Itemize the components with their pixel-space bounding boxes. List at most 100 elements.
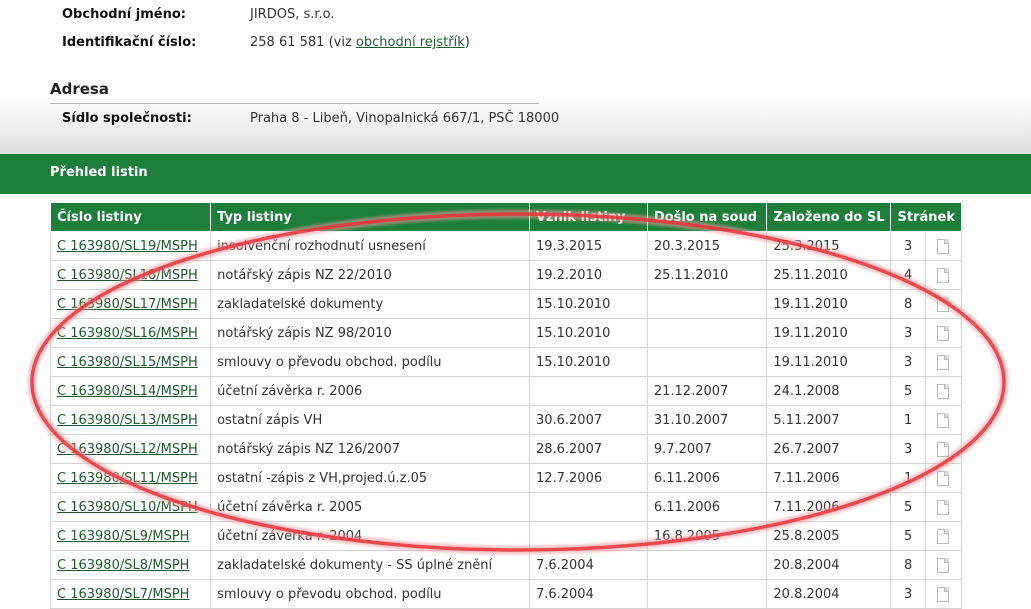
cell-created-date: 19.2.2010 (528, 260, 648, 290)
cell-created-date: 15.10.2010 (528, 347, 648, 377)
cell-received-date: 6.11.2006 (646, 492, 768, 522)
cell-created-date: 19.3.2015 (528, 231, 648, 261)
cell-document-icon[interactable] (924, 289, 963, 319)
cell-document-icon[interactable] (924, 550, 963, 580)
company-id-paren-close: ) (464, 35, 470, 50)
document-number-link[interactable]: C 163980/SL17/MSPH (57, 297, 198, 312)
cell-created-date (528, 521, 648, 551)
cell-pages: 1 (890, 463, 926, 493)
company-seat-row: Sídlo společnosti: Praha 8 - Libeň, Vino… (0, 111, 1031, 129)
cell-pages: 5 (890, 376, 926, 406)
document-number-link[interactable]: C 163980/SL8/MSPH (57, 558, 189, 573)
cell-created-date: 15.10.2010 (528, 318, 648, 348)
document-icon[interactable] (937, 354, 950, 370)
cell-pages: 3 (890, 434, 926, 464)
header-document-number[interactable]: Číslo listiny (49, 202, 212, 232)
document-number-link[interactable]: C 163980/SL9/MSPH (57, 529, 189, 544)
document-icon[interactable] (937, 296, 950, 312)
cell-received-date (646, 347, 768, 377)
cell-created-date: 30.6.2007 (528, 405, 648, 435)
document-number-link[interactable]: C 163980/SL18/MSPH (57, 268, 198, 283)
cell-filed-date: 19.11.2010 (766, 347, 892, 377)
cell-pages: 3 (890, 231, 926, 261)
cell-filed-date: 25.11.2010 (766, 260, 892, 290)
document-icon[interactable] (937, 325, 950, 341)
company-id-paren-open: (viz (328, 35, 356, 50)
cell-filed-date: 25.3.2015 (766, 231, 892, 261)
cell-document-icon[interactable] (924, 492, 963, 522)
cell-filed-date: 24.1.2008 (766, 376, 892, 406)
company-name-value: JIRDOS, s.r.o. (250, 7, 335, 22)
cell-document-number: C 163980/SL9/MSPH (49, 521, 212, 551)
cell-document-number: C 163980/SL13/MSPH (49, 405, 212, 435)
cell-document-number: C 163980/SL8/MSPH (49, 550, 212, 580)
table-row: C 163980/SL14/MSPH účetní závěrka r. 2006… (49, 376, 963, 406)
document-icon[interactable] (937, 557, 950, 573)
company-id-row: Identifikační číslo: 258 61 581 (viz obc… (0, 35, 1031, 53)
cell-received-date: 31.10.2007 (646, 405, 768, 435)
document-number-link[interactable]: C 163980/SL15/MSPH (57, 355, 198, 370)
document-number-link[interactable]: C 163980/SL16/MSPH (57, 326, 198, 341)
document-icon[interactable] (937, 412, 950, 428)
cell-document-icon[interactable] (924, 318, 963, 348)
document-number-link[interactable]: C 163980/SL19/MSPH (57, 239, 198, 254)
cell-document-icon[interactable] (924, 347, 963, 377)
cell-created-date: 12.7.2006 (528, 463, 648, 493)
document-number-link[interactable]: C 163980/SL12/MSPH (57, 442, 198, 457)
document-number-link[interactable]: C 163980/SL13/MSPH (57, 413, 198, 428)
header-document-type[interactable]: Typ listiny (210, 202, 530, 232)
document-icon[interactable] (937, 470, 950, 486)
cell-created-date (528, 376, 648, 406)
document-icon[interactable] (937, 383, 950, 399)
cell-received-date (646, 579, 768, 609)
cell-document-type: smlouvy o převodu obchod. podílu (210, 579, 530, 609)
cell-document-type: notářský zápis NZ 98/2010 (210, 318, 530, 348)
header-received-date[interactable]: Došlo na soud (646, 202, 768, 232)
business-register-link[interactable]: obchodní rejstřík (356, 35, 465, 50)
cell-filed-date: 5.11.2007 (766, 405, 892, 435)
cell-document-icon[interactable] (924, 376, 963, 406)
document-number-link[interactable]: C 163980/SL10/MSPH (57, 500, 198, 515)
cell-document-number: C 163980/SL14/MSPH (49, 376, 212, 406)
table-row: C 163980/SL7/MSPH smlouvy o převodu obcho… (49, 579, 963, 609)
cell-document-type: notářský zápis NZ 22/2010 (210, 260, 530, 290)
document-icon[interactable] (937, 499, 950, 515)
cell-document-icon[interactable] (924, 231, 963, 261)
cell-document-number: C 163980/SL7/MSPH (49, 579, 212, 609)
cell-pages: 3 (890, 579, 926, 609)
document-icon[interactable] (937, 586, 950, 602)
cell-document-icon[interactable] (924, 434, 963, 464)
table-row: C 163980/SL11/MSPH ostatní -zápis z VH,pr… (49, 463, 963, 493)
cell-document-number: C 163980/SL17/MSPH (49, 289, 212, 319)
cell-filed-date: 19.11.2010 (766, 289, 892, 319)
document-number-link[interactable]: C 163980/SL14/MSPH (57, 384, 198, 399)
cell-pages: 8 (890, 550, 926, 580)
cell-filed-date: 25.8.2005 (766, 521, 892, 551)
cell-document-type: smlouvy o převodu obchod. podílu (210, 347, 530, 377)
document-icon[interactable] (937, 238, 950, 254)
cell-document-icon[interactable] (924, 260, 963, 290)
header-created-date[interactable]: Vznik listiny (528, 202, 648, 232)
table-row: C 163980/SL13/MSPH ostatní zápis VH 30.6.2… (49, 405, 963, 435)
header-pages[interactable]: Stránek (890, 202, 962, 232)
table-row: C 163980/SL16/MSPH notářský zápis NZ 98/2… (49, 318, 963, 348)
header-filed-date[interactable]: Založeno do SL (766, 202, 892, 232)
cell-document-icon[interactable] (924, 521, 963, 551)
document-icon[interactable] (937, 267, 950, 283)
cell-received-date: 25.11.2010 (646, 260, 768, 290)
cell-received-date (646, 550, 768, 580)
cell-document-type: zakladatelské dokumenty - SS úplné znění (210, 550, 530, 580)
cell-pages: 8 (890, 289, 926, 319)
cell-document-type: notářský zápis NZ 126/2007 (210, 434, 530, 464)
cell-pages: 5 (890, 492, 926, 522)
document-number-link[interactable]: C 163980/SL7/MSPH (57, 587, 189, 602)
cell-document-number: C 163980/SL12/MSPH (49, 434, 212, 464)
cell-document-icon[interactable] (924, 405, 963, 435)
cell-created-date: 28.6.2007 (528, 434, 648, 464)
document-icon[interactable] (937, 528, 950, 544)
cell-pages: 4 (890, 260, 926, 290)
document-icon[interactable] (937, 441, 950, 457)
document-number-link[interactable]: C 163980/SL11/MSPH (57, 471, 198, 486)
cell-document-icon[interactable] (924, 579, 963, 609)
cell-document-icon[interactable] (924, 463, 963, 493)
